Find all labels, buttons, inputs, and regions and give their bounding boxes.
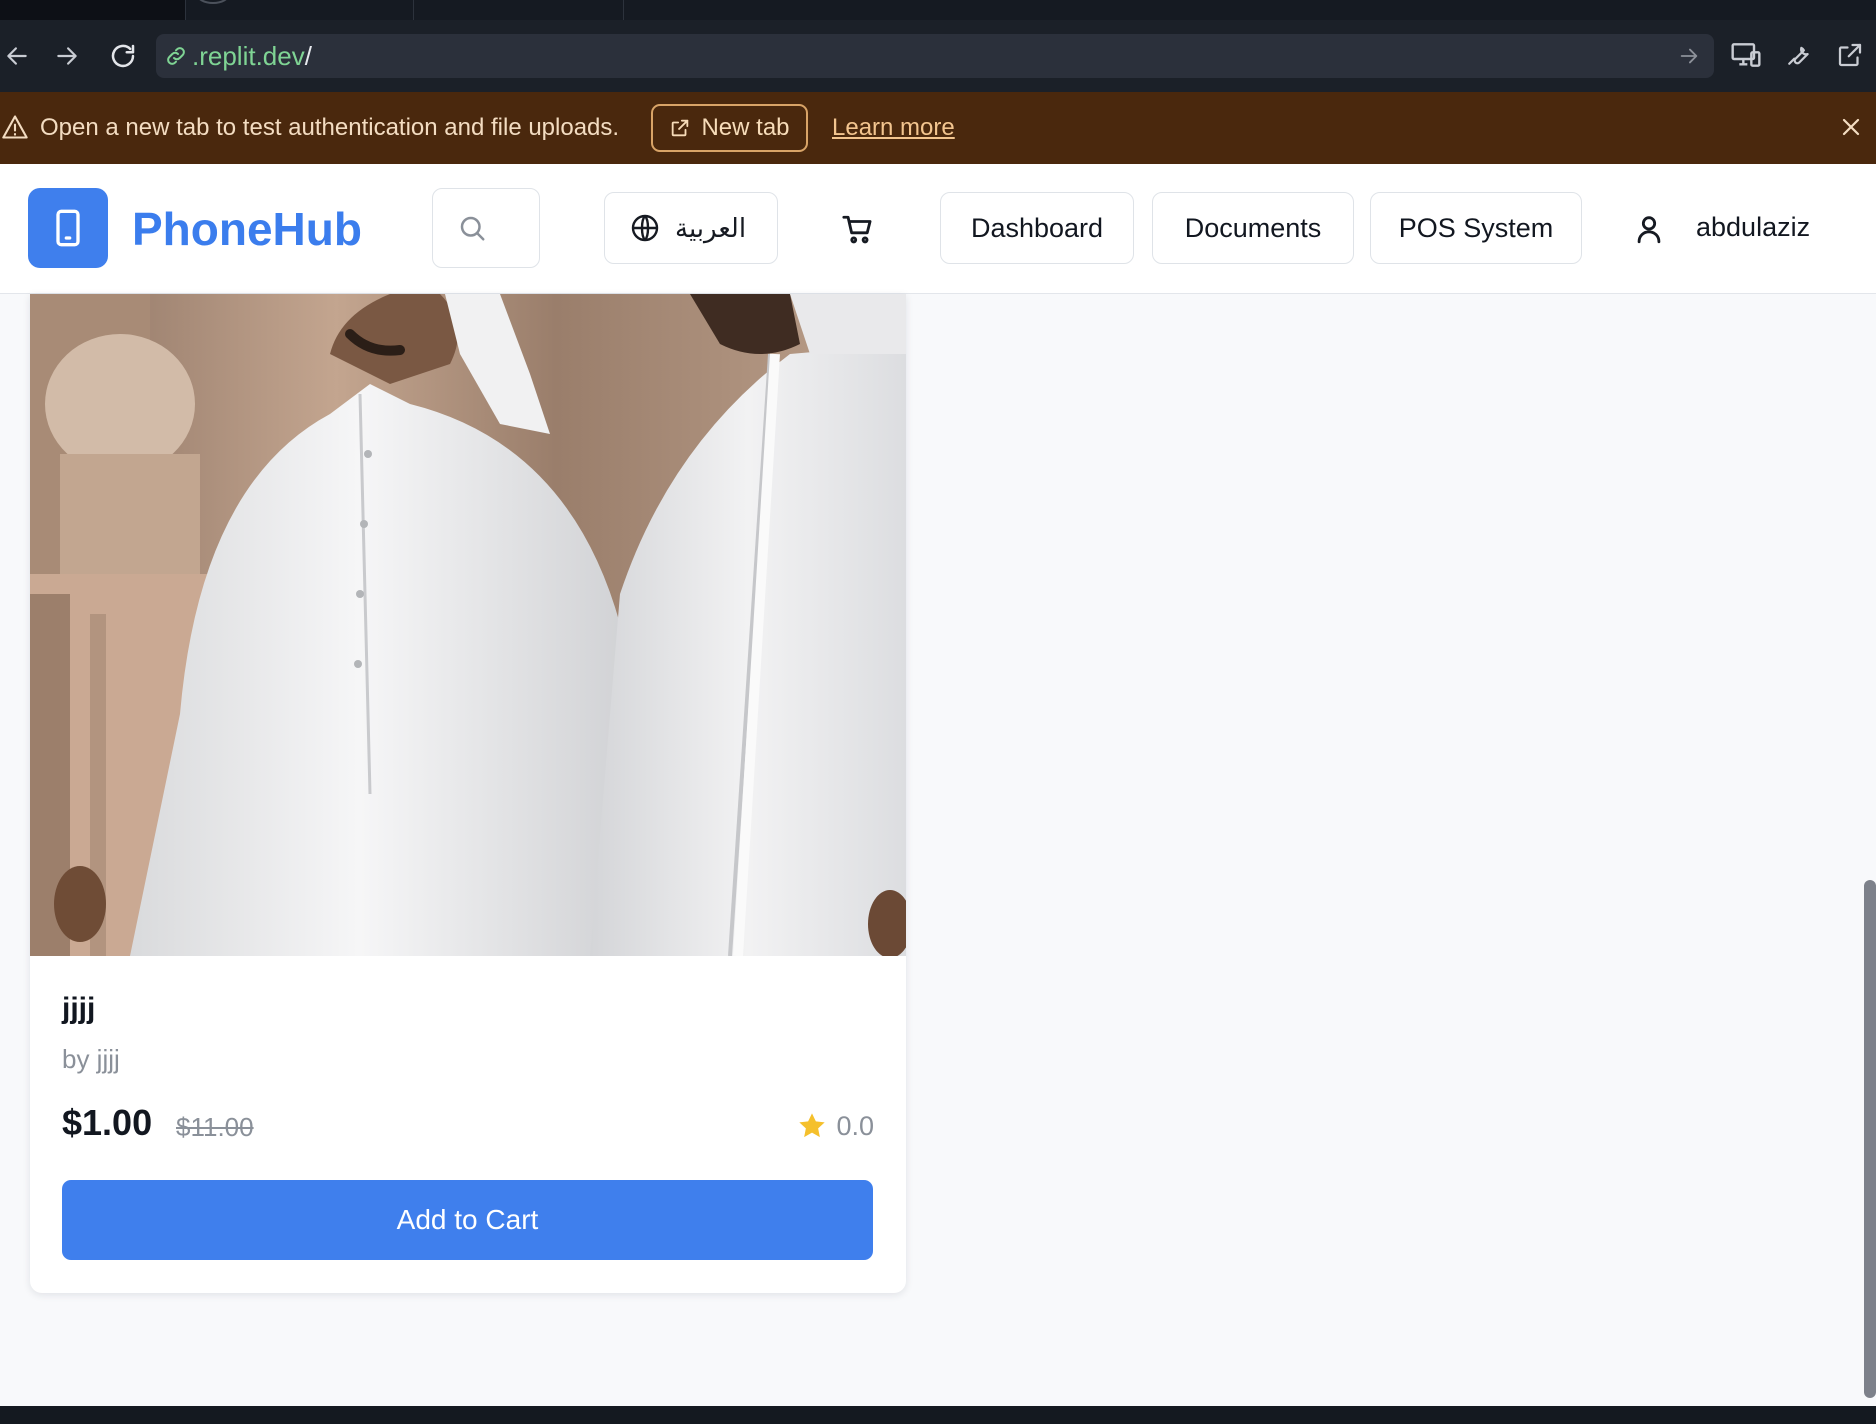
link-icon [164, 44, 188, 73]
forward-button[interactable] [50, 36, 84, 76]
arrow-right-icon [57, 47, 77, 65]
wrench-icon [1788, 46, 1809, 65]
brand-name[interactable]: PhoneHub [132, 202, 362, 256]
monitor-icon [1731, 43, 1761, 67]
url-field[interactable]: .replit.dev/ [156, 34, 1714, 78]
logo[interactable] [28, 188, 108, 268]
product-title[interactable]: jjjj [62, 992, 95, 1026]
devtools-button[interactable] [1780, 37, 1816, 73]
search-icon [460, 216, 485, 241]
star-icon [799, 1113, 826, 1138]
warning-banner: Open a new tab to test authentication an… [0, 92, 1876, 164]
globe-icon [631, 214, 659, 242]
nav-pos-system[interactable]: POS System [1370, 192, 1582, 264]
banner-close-button[interactable] [1836, 112, 1866, 142]
product-image[interactable] [30, 294, 906, 956]
url-host: .replit.dev [192, 41, 305, 71]
language-label: العربية [675, 212, 747, 243]
reload-button[interactable] [106, 36, 140, 76]
phone-icon [56, 209, 80, 247]
learn-more-link[interactable]: Learn more [832, 114, 955, 142]
external-link-icon [672, 119, 689, 137]
nav-dashboard[interactable]: Dashboard [940, 192, 1134, 264]
external-link-icon [1838, 43, 1862, 67]
reload-icon [111, 44, 135, 68]
cart-button[interactable] [836, 210, 880, 250]
product-price: $1.00 [62, 1102, 153, 1143]
arrow-left-icon [7, 47, 27, 65]
banner-message: Open a new tab to test authentication an… [40, 114, 620, 141]
url-path: / [304, 41, 312, 71]
search-button[interactable] [432, 188, 540, 268]
browser-tab[interactable] [186, 0, 414, 20]
product-card[interactable]: jjjj by jjjj $1.00 $11.00 0.0 Add to Car… [30, 294, 906, 1293]
product-old-price: $11.00 [176, 1112, 254, 1142]
user-name[interactable]: abdulaziz [1696, 212, 1810, 243]
site-header: PhoneHub العربية Dashboard Documents POS… [0, 164, 1876, 294]
rating-value: 0.0 [836, 1110, 874, 1141]
product-photo [30, 294, 906, 956]
bottom-edge [0, 1406, 1876, 1424]
add-to-cart-button[interactable]: Add to Cart [62, 1180, 873, 1260]
product-rating: 0.0 [796, 1110, 874, 1142]
product-brand: by jjjj [62, 1044, 120, 1074]
url-text: .replit.dev/ [192, 41, 312, 72]
new-tab-label: New tab [701, 114, 790, 141]
warning-icon [0, 113, 30, 146]
new-tab-button[interactable]: New tab [651, 104, 808, 152]
open-external-button[interactable] [1832, 37, 1868, 73]
go-arrow-icon[interactable] [1678, 45, 1700, 72]
browser-tab[interactable] [414, 0, 624, 20]
page-content: PhoneHub العربية Dashboard Documents POS… [0, 164, 1876, 1406]
scrollbar-thumb[interactable] [1864, 880, 1876, 1398]
nav-documents[interactable]: Documents [1152, 192, 1354, 264]
devices-button[interactable] [1728, 37, 1764, 73]
browser-tab-active[interactable] [0, 0, 186, 20]
shopping-cart-icon [842, 215, 872, 244]
language-switcher[interactable]: العربية [604, 192, 778, 264]
user-icon[interactable] [1632, 212, 1666, 251]
back-button[interactable] [0, 36, 34, 76]
close-icon [1842, 118, 1860, 136]
browser-tab-strip [0, 0, 1876, 20]
